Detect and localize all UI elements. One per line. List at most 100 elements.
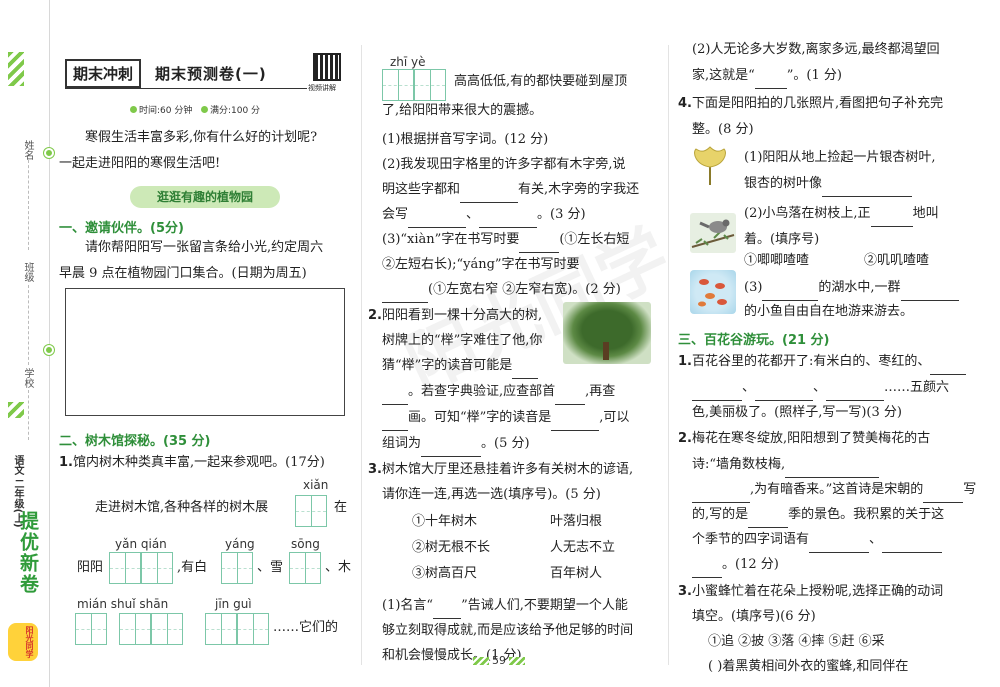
writing-grid[interactable] bbox=[141, 552, 173, 584]
question-text: 填空。(填序号)(6 分) bbox=[692, 609, 816, 624]
writing-grid[interactable] bbox=[289, 552, 321, 584]
question-text: ”。(1 分) bbox=[786, 68, 842, 83]
question-text: 会写 bbox=[382, 207, 409, 222]
brand-block: 提优新卷 阳光同学 bbox=[6, 505, 44, 665]
answer-box[interactable] bbox=[65, 288, 345, 416]
exam-meta: 时间:60 分钟 满分:100 分 bbox=[130, 103, 260, 116]
question-text: (2)小鸟落在树枝上,正 bbox=[744, 206, 871, 221]
answer-blank[interactable] bbox=[748, 512, 789, 528]
question-text: 。(3 分) bbox=[537, 207, 586, 222]
answer-blank[interactable] bbox=[923, 487, 964, 503]
question-text: 家,这就是“ bbox=[692, 68, 755, 83]
answer-blank[interactable] bbox=[512, 363, 539, 379]
option-item[interactable]: ②叽叽喳喳 bbox=[864, 248, 929, 274]
question-text: 高高低低,有的都快要碰到屋顶 bbox=[454, 74, 628, 89]
bird-on-branch-icon bbox=[690, 213, 736, 253]
answer-blank[interactable] bbox=[551, 415, 600, 431]
question-text: 。(5 分) bbox=[481, 436, 530, 451]
answer-blank[interactable] bbox=[930, 359, 967, 375]
answer-blank[interactable] bbox=[754, 73, 787, 89]
question-text: 会写、。(3 分) bbox=[382, 202, 586, 228]
qr-code-icon[interactable] bbox=[313, 53, 341, 81]
answer-blank[interactable] bbox=[785, 462, 880, 478]
writing-grid[interactable] bbox=[295, 495, 327, 527]
match-item-right[interactable]: 百年树人 bbox=[550, 561, 602, 587]
brand-logo: 阳光同学 bbox=[8, 623, 38, 661]
class-line bbox=[28, 285, 29, 365]
exam-title: 期末预测卷(一) bbox=[155, 64, 267, 83]
question-text: 小蜜蜂忙着在花朵上授粉呢,选择正确的动词 bbox=[691, 584, 944, 599]
match-item-left[interactable]: ②树无根不长 bbox=[412, 535, 490, 561]
answer-blank[interactable] bbox=[382, 415, 408, 431]
section-title: 三、百花谷游玩。(21 分) bbox=[678, 333, 830, 348]
question-text: (2)人无论多大岁数,离家多远,最终都渴望回 bbox=[692, 42, 940, 57]
question-text: 诗:“墙角数枝梅, bbox=[692, 452, 880, 478]
writing-grid[interactable] bbox=[119, 613, 151, 645]
brand-title: 提优新卷 bbox=[17, 511, 39, 595]
question-text: 够立刻取得成就,而是应该给予他足够的时间 bbox=[382, 623, 634, 638]
question-text: 1.百花谷里的花都开了:有米白的、枣红的、 bbox=[678, 349, 967, 375]
writing-grid[interactable] bbox=[221, 552, 253, 584]
exam-header: 期末冲刺 期末预测卷(一) bbox=[65, 58, 267, 88]
writing-grid[interactable] bbox=[382, 69, 414, 101]
binding-dot bbox=[44, 345, 54, 355]
question-text: 个季节的四字词语有、 bbox=[692, 527, 943, 553]
match-item-right[interactable]: 人无志不立 bbox=[550, 535, 615, 561]
answer-blank[interactable] bbox=[433, 603, 462, 619]
strip-decoration bbox=[8, 402, 24, 418]
match-item-right[interactable]: 叶落归根 bbox=[550, 509, 602, 535]
page-number: 59 bbox=[470, 654, 528, 667]
answer-blank[interactable] bbox=[692, 385, 742, 401]
question-number: 2. bbox=[368, 308, 382, 323]
writing-grid[interactable] bbox=[205, 613, 237, 645]
answer-blank[interactable] bbox=[809, 537, 870, 553]
column-3: (2)人无论多大岁数,离家多远,最终都渴望回 家,这就是“ ”。(1 分) 4.下… bbox=[678, 42, 978, 685]
binding-strip: 姓名 班级 学校 语文 二年级(上) 提优新卷 阳光同学 bbox=[0, 0, 54, 687]
question-text: 银杏的树叶像 bbox=[744, 171, 913, 197]
question-text: 1.馆内树木种类真丰富,一起来参观吧。(17分) bbox=[59, 450, 325, 476]
writing-grid[interactable] bbox=[414, 69, 446, 101]
writing-grid[interactable] bbox=[109, 552, 141, 584]
question-text: 家,这就是“ ”。(1 分) bbox=[692, 63, 842, 89]
answer-blank[interactable] bbox=[460, 187, 519, 203]
question-text: 、木 bbox=[325, 560, 352, 575]
writing-grid[interactable] bbox=[151, 613, 183, 645]
match-item-left[interactable]: ③树高百尺 bbox=[412, 561, 477, 587]
writing-grid[interactable] bbox=[75, 613, 107, 645]
answer-blank[interactable] bbox=[755, 385, 814, 401]
answer-blank[interactable] bbox=[519, 237, 560, 253]
answer-blank[interactable] bbox=[826, 385, 885, 401]
option-item[interactable]: ①唧唧喳喳 bbox=[744, 248, 809, 274]
score-icon bbox=[200, 106, 208, 113]
writing-grid[interactable] bbox=[237, 613, 269, 645]
match-item-left[interactable]: ①十年树木 bbox=[412, 509, 477, 535]
question-text: (1)名言“ ”告诫人们,不要期望一个人能 bbox=[382, 593, 628, 619]
answer-blank[interactable] bbox=[382, 287, 428, 303]
answer-blank[interactable] bbox=[408, 212, 467, 228]
question-text: 。(12 分) bbox=[722, 557, 779, 572]
question-text: 的湖水中,一群 bbox=[818, 280, 901, 295]
question-text: 4.下面是阳阳拍的几张照片,看图把句子补充完 bbox=[678, 91, 943, 117]
intro-line: 一起走进阳阳的寒假生活吧! bbox=[59, 156, 221, 171]
answer-blank[interactable] bbox=[555, 389, 586, 405]
answer-blank[interactable] bbox=[870, 211, 913, 227]
answer-blank[interactable] bbox=[692, 562, 722, 578]
question-text: (3) bbox=[744, 280, 763, 295]
question-text: 的,写的是 季的景色。我积累的关于这 bbox=[692, 502, 944, 528]
answer-blank[interactable] bbox=[479, 212, 538, 228]
question-number: 3. bbox=[678, 584, 692, 599]
question-text: (2)我发现田字格里的许多字都有木字旁,说 bbox=[382, 157, 626, 172]
column-1: 期末冲刺 期末预测卷(一) 视频讲解 时间:60 分钟 满分:100 分 寒假生… bbox=[55, 45, 355, 685]
question-text: 。若查字典验证,应查部首 bbox=[408, 384, 556, 399]
name-line bbox=[28, 160, 29, 250]
answer-blank[interactable] bbox=[882, 537, 943, 553]
answer-blank[interactable] bbox=[382, 389, 408, 405]
question-text: 整。(8 分) bbox=[692, 122, 754, 137]
answer-blank[interactable] bbox=[692, 487, 750, 503]
answer-blank[interactable] bbox=[822, 181, 913, 197]
tree-photo bbox=[563, 302, 651, 364]
question-number: 2. bbox=[678, 431, 692, 446]
question-text: 、雪 bbox=[257, 560, 284, 575]
answer-blank[interactable] bbox=[421, 441, 482, 457]
full-score: 满分:100 分 bbox=[209, 106, 261, 116]
